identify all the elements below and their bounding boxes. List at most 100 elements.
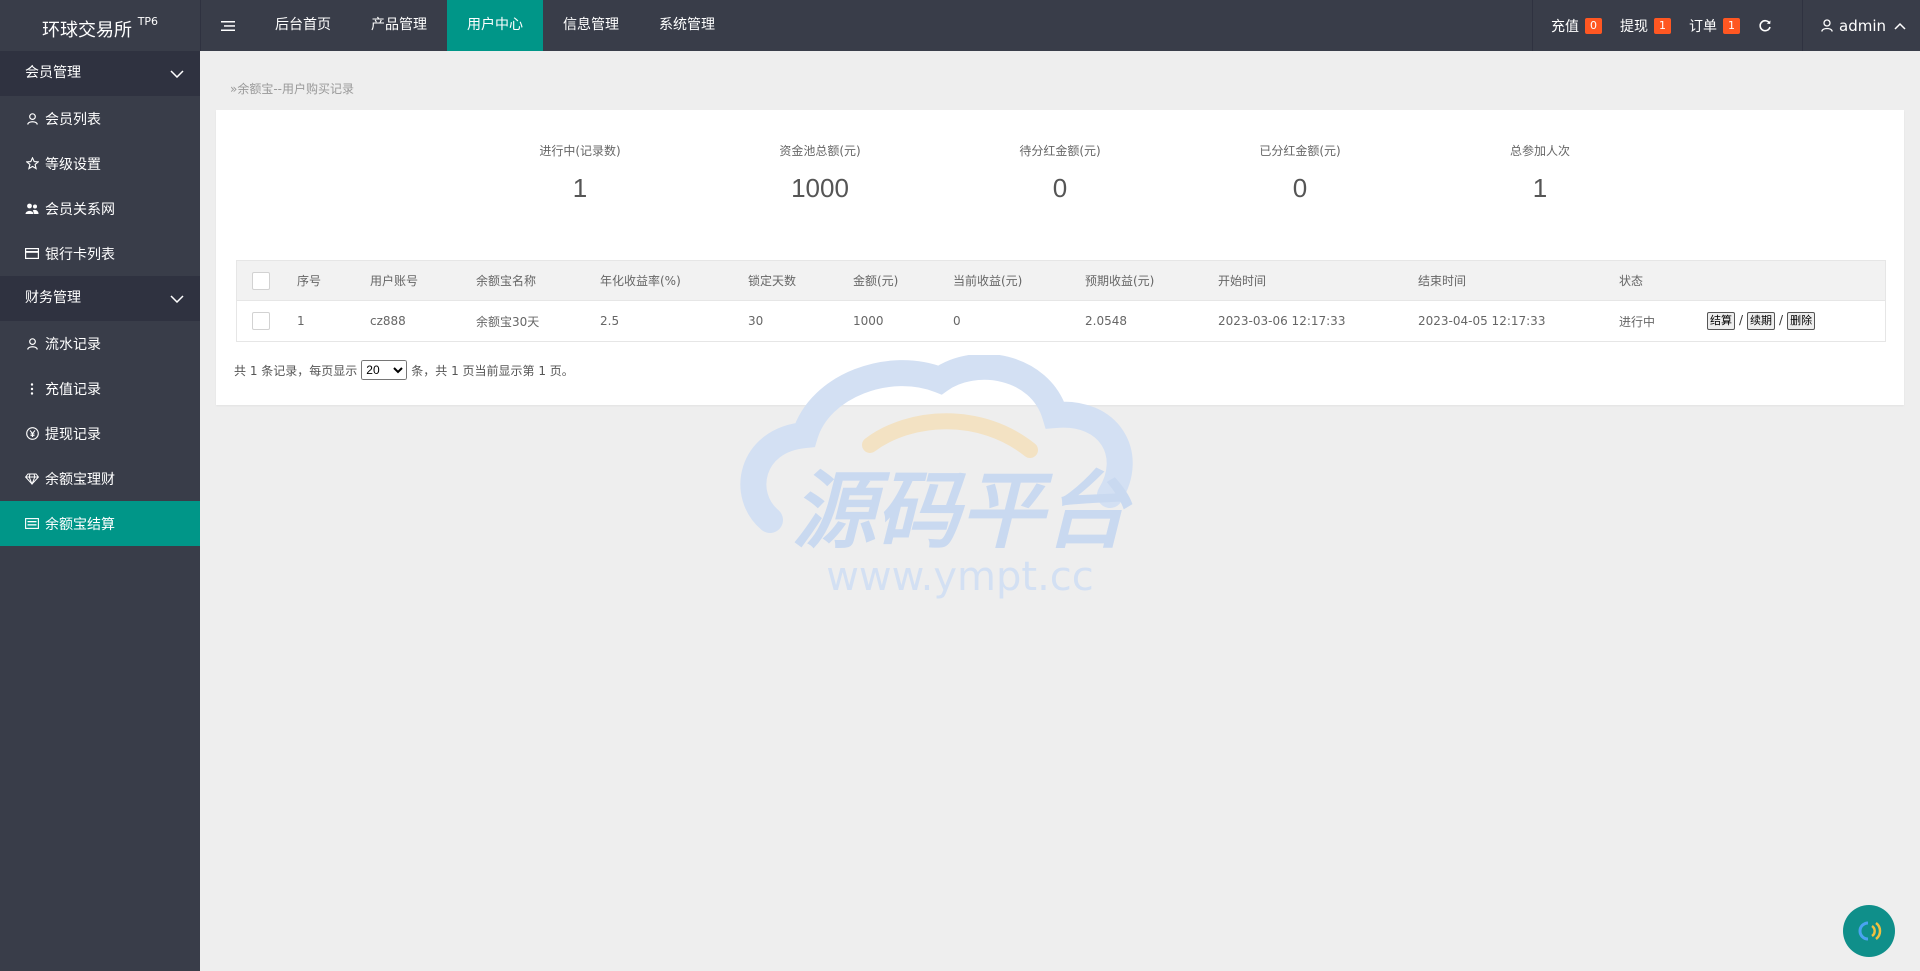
row-checkbox[interactable] [252, 312, 270, 330]
col-header: 当前收益(元) [953, 274, 1023, 288]
stat-value: 1 [572, 173, 588, 203]
table-header: 序号 用户账号 余额宝名称 年化收益率(%) 锁定天数 金额(元) 当前收益(元… [237, 261, 1885, 301]
chevron-down-icon [170, 276, 184, 321]
nav-info[interactable]: 信息管理 [543, 0, 639, 51]
sidebar: 会员管理 会员列表 等级设置 会员关系网 银行卡列表 财务管理 流水记录 充值记… [0, 51, 200, 971]
sidebar-item-label: 余额宝结算 [45, 516, 115, 533]
more-vertical-icon [25, 382, 39, 396]
cell-lock-days: 30 [748, 314, 764, 328]
diamond-icon [25, 472, 39, 486]
select-all-checkbox[interactable] [252, 271, 270, 290]
action-separator: / [1779, 313, 1784, 327]
order-stat[interactable]: 订单 1 [1689, 16, 1740, 36]
sidebar-item-label: 会员关系网 [45, 201, 115, 218]
withdraw-badge: 1 [1654, 17, 1671, 34]
stat-value: 0 [1052, 173, 1068, 203]
renew-button[interactable]: 续期 [1747, 312, 1776, 330]
cell-product-name: 余额宝30天 [476, 314, 540, 329]
menu-toggle-icon [221, 20, 235, 31]
logo-text: 环球交易所 [41, 20, 132, 41]
top-header: 环球交易所 TP6 后台首页 产品管理 用户中心 信息管理 系统管理 充值 0 … [0, 0, 1920, 51]
refresh-button[interactable] [1758, 19, 1772, 33]
nav-system[interactable]: 系统管理 [639, 0, 735, 51]
stat-participants: 总参加人次 1 [1440, 142, 1640, 204]
pager-prefix: 共 1 条记录，每页显示 [234, 363, 358, 378]
stat-paid-dividend: 已分红金额(元) 0 [1200, 142, 1400, 204]
nav-home[interactable]: 后台首页 [255, 0, 351, 51]
stat-label: 待分红金额(元) [1019, 144, 1101, 158]
cell-end-time: 2023-04-05 12:17:33 [1418, 314, 1546, 328]
table-row: 1 cz888 余额宝30天 2.5 30 1000 0 2.0548 2023… [237, 301, 1885, 341]
sidebar-item-label: 银行卡列表 [45, 246, 115, 263]
menu-toggle-button[interactable] [200, 0, 255, 51]
sidebar-item-transaction-records[interactable]: 流水记录 [0, 321, 200, 366]
withdraw-stat[interactable]: 提现 1 [1620, 16, 1671, 36]
chevron-up-icon [1894, 22, 1906, 30]
settle-button[interactable]: 结算 [1707, 312, 1735, 330]
yen-icon [25, 427, 39, 441]
sidebar-item-label: 流水记录 [45, 336, 101, 353]
delete-button[interactable]: 删除 [1787, 312, 1816, 330]
sidebar-item-label: 充值记录 [45, 381, 101, 398]
sidebar-item-yuebao-finance[interactable]: 余额宝理财 [0, 456, 200, 501]
withdraw-label: 提现 [1620, 18, 1648, 35]
col-header: 预期收益(元) [1085, 274, 1155, 288]
stat-value: 1 [1532, 173, 1548, 203]
pager-suffix: 条，共 1 页当前显示第 1 页。 [411, 363, 574, 378]
col-header: 年化收益率(%) [600, 274, 681, 288]
order-label: 订单 [1689, 18, 1717, 35]
logo-version: TP6 [137, 15, 159, 28]
cell-annual-rate: 2.5 [600, 314, 620, 328]
top-nav: 后台首页 产品管理 用户中心 信息管理 系统管理 [255, 0, 735, 51]
recharge-badge: 0 [1585, 17, 1602, 34]
records-table: 序号 用户账号 余额宝名称 年化收益率(%) 锁定天数 金额(元) 当前收益(元… [236, 260, 1886, 342]
pagination: 共 1 条记录，每页显示 20 条，共 1 页当前显示第 1 页。 [234, 360, 574, 380]
sidebar-item-withdraw-records[interactable]: 提现记录 [0, 411, 200, 456]
cell-status: 进行中 [1619, 314, 1656, 329]
sidebar-item-yuebao-settlement[interactable]: 余额宝结算 [0, 501, 200, 546]
stat-value: 1000 [791, 173, 849, 203]
col-header: 状态 [1619, 274, 1644, 288]
cell-expected-income: 2.0548 [1085, 314, 1127, 328]
stat-label: 已分红金额(元) [1259, 144, 1341, 158]
sidebar-group-members[interactable]: 会员管理 [0, 51, 200, 96]
col-header: 开始时间 [1218, 274, 1267, 288]
user-icon [1821, 19, 1833, 32]
stat-label: 进行中(记录数) [539, 144, 621, 158]
sidebar-group-finance[interactable]: 财务管理 [0, 276, 200, 321]
nav-user-center[interactable]: 用户中心 [447, 0, 543, 51]
nav-products[interactable]: 产品管理 [351, 0, 447, 51]
app-logo[interactable]: 环球交易所 TP6 [0, 0, 200, 51]
cell-amount: 1000 [853, 314, 884, 328]
page-size-select[interactable]: 20 [361, 360, 408, 380]
cell-actions: 结算 / 续期 / 删除 [1707, 312, 1816, 330]
list-icon [25, 517, 39, 531]
col-header: 余额宝名称 [476, 274, 537, 288]
top-right-tools: 充值 0 提现 1 订单 1 admin [1532, 0, 1920, 51]
sidebar-item-label: 会员列表 [45, 111, 101, 128]
sidebar-item-bank-cards[interactable]: 银行卡列表 [0, 231, 200, 276]
action-separator: / [1739, 313, 1744, 327]
breadcrumb: »余额宝--用户购买记录 [230, 80, 354, 97]
floating-support-button[interactable] [1843, 905, 1895, 957]
sidebar-item-member-network[interactable]: 会员关系网 [0, 186, 200, 231]
col-header: 金额(元) [853, 274, 899, 288]
breadcrumb-text: 余额宝--用户购买记录 [237, 82, 355, 96]
sidebar-group-label: 财务管理 [25, 290, 81, 306]
sidebar-item-recharge-records[interactable]: 充值记录 [0, 366, 200, 411]
col-header: 序号 [297, 274, 322, 288]
username: admin [1839, 16, 1886, 35]
card-icon [25, 247, 39, 261]
sidebar-item-level-settings[interactable]: 等级设置 [0, 141, 200, 186]
stat-active-records: 进行中(记录数) 1 [480, 142, 680, 204]
stat-value: 0 [1292, 173, 1308, 203]
watermark-title: 源码平台 [792, 462, 1133, 560]
stat-label: 总参加人次 [1509, 144, 1570, 158]
recharge-stat[interactable]: 充值 0 [1551, 16, 1602, 36]
sidebar-item-label: 等级设置 [45, 156, 101, 173]
divider [1532, 0, 1533, 51]
sidebar-item-member-list[interactable]: 会员列表 [0, 96, 200, 141]
cell-account: cz888 [370, 314, 406, 328]
cell-current-income: 0 [953, 314, 961, 328]
user-menu[interactable]: admin [1802, 0, 1920, 51]
